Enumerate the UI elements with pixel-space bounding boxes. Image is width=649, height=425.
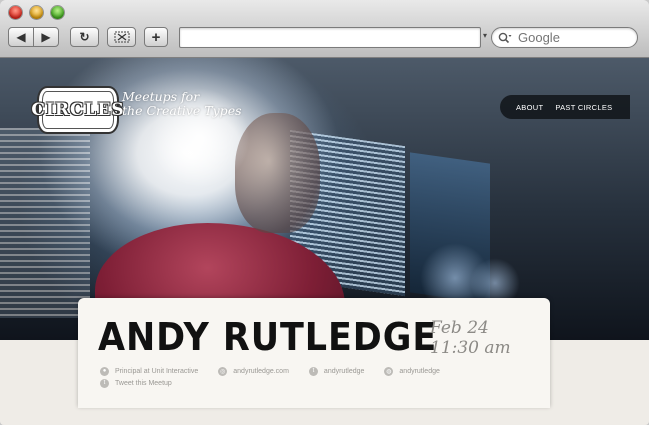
search-icon [498, 32, 512, 43]
tweet-meetup-link[interactable]: t Tweet this Meetup [100, 378, 172, 388]
tagline-line-1: Meetups for [122, 89, 200, 104]
person-icon: ● [100, 366, 109, 376]
snippet-button[interactable] [107, 27, 136, 47]
scissors-icon [114, 31, 129, 43]
site-nav: ABOUT PAST CIRCLES [500, 95, 630, 119]
forward-button[interactable]: ▶ [33, 27, 59, 47]
address-dropdown-icon[interactable]: ▾ [483, 31, 487, 40]
back-button[interactable]: ◀ [8, 27, 34, 47]
circles-logo[interactable]: CIRCLES [31, 86, 124, 134]
event-date: Feb 24 [430, 318, 489, 338]
browser-toolbar: ◀ ▶ ↻ + ▾ [0, 0, 649, 58]
speaker-twitter-link[interactable]: t andyrutledge [308, 366, 365, 376]
close-window-button[interactable] [9, 6, 22, 19]
speaker-meta: ● Principal at Unit Interactive ◎ andyru… [100, 365, 460, 377]
speaker-role: ● Principal at Unit Interactive [100, 366, 199, 376]
globe-icon: ◎ [218, 366, 228, 376]
browser-window: ◀ ▶ ↻ + ▾ Google CIRCLES Meetups for the… [0, 0, 649, 425]
reload-button[interactable]: ↻ [70, 27, 99, 47]
tweet-meetup-text: Tweet this Meetup [115, 379, 172, 387]
back-arrow-icon: ◀ [16, 30, 26, 44]
speaker-dribbble-text: andyrutledge [399, 367, 440, 375]
tweet-row: t Tweet this Meetup [100, 377, 192, 389]
speaker-role-text: Principal at Unit Interactive [115, 367, 199, 375]
minimize-window-button[interactable] [30, 6, 43, 19]
site-tagline: Meetups for the Creative Types [122, 90, 252, 118]
tagline-line-2: the Creative Types [122, 103, 242, 118]
logo-text: CIRCLES [31, 100, 125, 120]
speaker-website-text: andyrutledge.com [233, 367, 289, 375]
reload-icon: ↻ [79, 30, 90, 44]
twitter-icon: t [308, 366, 318, 376]
address-bar[interactable] [179, 27, 481, 48]
search-input[interactable] [516, 29, 620, 46]
dribbble-icon: ◍ [384, 366, 394, 376]
page-viewport: CIRCLES Meetups for the Creative Types A… [0, 58, 649, 425]
speaker-dribbble-link[interactable]: ◍ andyrutledge [384, 366, 440, 376]
speaker-website-link[interactable]: ◎ andyrutledge.com [218, 366, 289, 376]
add-bookmark-button[interactable]: + [144, 27, 168, 47]
speaker-twitter-text: andyrutledge [323, 367, 365, 375]
plus-icon: + [151, 28, 161, 46]
speaker-card: ANDY RUTLEDGE Feb 24 11:30 am ● Principa… [78, 298, 550, 408]
nav-past-circles[interactable]: PAST CIRCLES [555, 103, 612, 112]
nav-about[interactable]: ABOUT [516, 103, 543, 112]
event-time: 11:30 am [430, 338, 511, 358]
twitter-icon: t [100, 378, 109, 388]
speaker-name: ANDY RUTLEDGE [98, 315, 438, 359]
zoom-window-button[interactable] [51, 6, 64, 19]
forward-arrow-icon: ▶ [41, 30, 51, 44]
search-field[interactable] [491, 27, 638, 48]
